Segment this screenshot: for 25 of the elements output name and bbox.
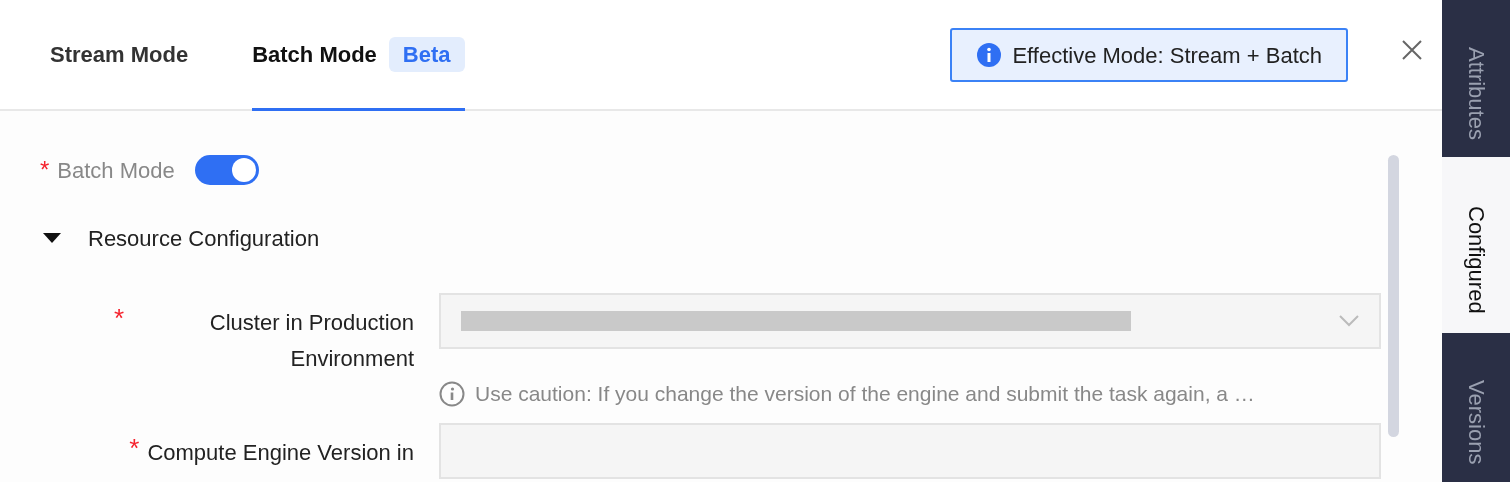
info-icon <box>439 381 465 407</box>
close-icon <box>1401 39 1423 61</box>
caret-down-icon <box>42 232 62 244</box>
section-title: Resource Configuration <box>88 224 320 253</box>
side-tab[interactable]: Versions <box>1442 333 1510 482</box>
hint-text: Use caution: If you change the version of the engine and submit the task again, a … <box>475 381 1255 408</box>
select-field[interactable] <box>439 293 1381 349</box>
batch-mode-toggle[interactable] <box>194 155 259 185</box>
chevron-down-icon <box>1339 315 1359 327</box>
input-field[interactable] <box>439 423 1381 479</box>
scrollbar[interactable] <box>1388 155 1399 437</box>
banner-text: Effective Mode: Stream + Batch <box>1012 41 1322 70</box>
field-label: Batch Mode <box>57 156 175 185</box>
side-tab[interactable]: Attributes <box>1442 0 1510 157</box>
side-tab[interactable]: Configured <box>1442 157 1510 333</box>
required-asterisk: * <box>129 435 140 461</box>
beta-badge: Beta <box>388 36 465 72</box>
info-icon <box>976 42 1003 68</box>
required-asterisk: * <box>40 158 50 182</box>
mode-tab[interactable]: Stream Mode <box>50 0 189 108</box>
expand-toggle[interactable] <box>42 231 62 245</box>
required-asterisk: * <box>114 305 125 331</box>
mode-tab[interactable]: Batch Mode <box>252 0 377 108</box>
field-label: Cluster in Production Environment <box>208 309 414 373</box>
field-label: Compute Engine Version in <box>147 439 414 467</box>
